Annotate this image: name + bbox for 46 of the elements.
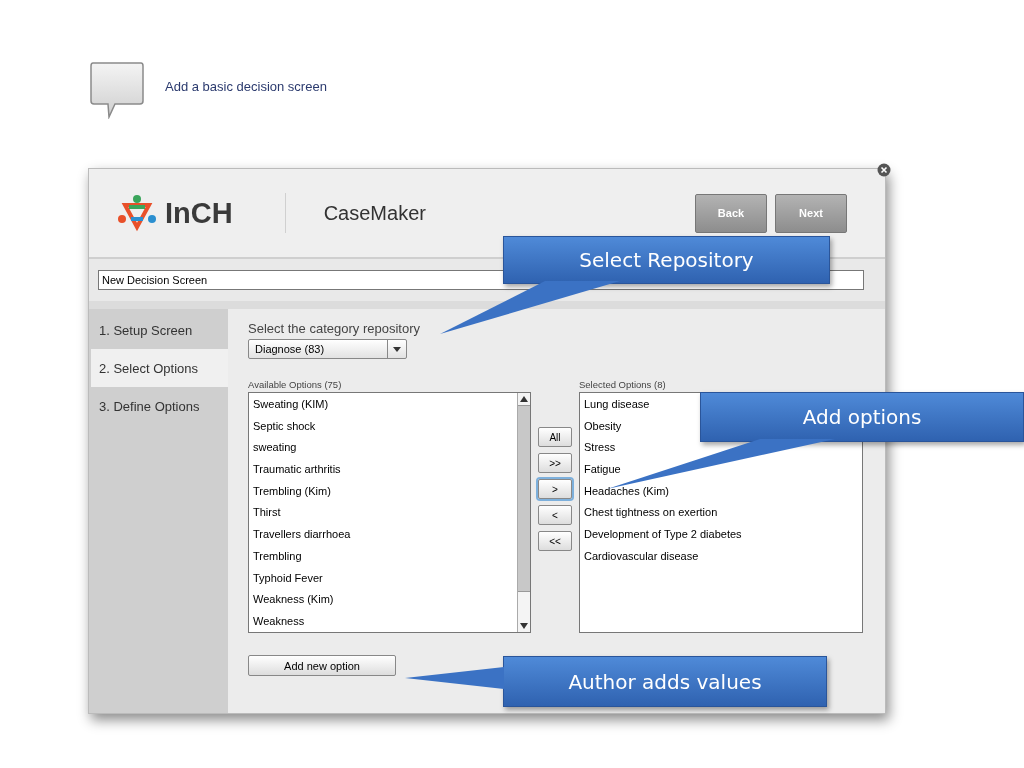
logo-icon <box>117 193 157 233</box>
step-tab[interactable]: 1. Setup Screen <box>89 311 228 349</box>
transfer-button[interactable]: >> <box>538 453 572 473</box>
list-item[interactable]: Development of Type 2 diabetes <box>584 525 742 547</box>
list-item[interactable]: Headaches (Kim) <box>584 481 669 504</box>
repository-dropdown[interactable]: Diagnose (83) <box>248 339 407 359</box>
list-title: Selected Options (8) <box>579 379 667 392</box>
callout-label: Add options <box>700 392 1024 442</box>
step-tab[interactable]: 3. Define Options <box>89 387 228 425</box>
list-item[interactable]: Obesity <box>584 416 622 439</box>
list-item[interactable]: Weakness <box>253 611 305 634</box>
transfer-button[interactable]: << <box>538 531 572 551</box>
caret-icon <box>393 346 401 352</box>
add-option-button[interactable]: Add new option <box>248 655 396 676</box>
list-item[interactable]: Trembling <box>253 546 302 569</box>
transfer-button[interactable]: All <box>538 427 572 447</box>
callout-label: Select Repository <box>503 236 830 284</box>
repository-label: Select the category repository <box>248 321 421 338</box>
transfer-button[interactable]: > <box>538 479 572 499</box>
available-options-list[interactable]: Sweating (KIM) Septic shock sweating Traumatic arthritis Trembling (Kim) Thirst Travellers diarrhoea Trembling Typhoid Fever Weakness (Kim) Weakness <box>248 392 531 633</box>
list-item[interactable]: Weakness (Kim) <box>253 590 334 612</box>
close-icon <box>877 163 891 177</box>
list-item[interactable]: Chest tightness on exertion <box>584 503 718 526</box>
list-item[interactable]: Thirst <box>253 503 281 526</box>
list-item[interactable]: Cardiovascular disease <box>584 546 699 569</box>
list-item[interactable]: Sweating (KIM) <box>253 395 329 417</box>
product-name: CaseMaker <box>323 201 426 225</box>
callout-label: Author adds values <box>503 656 827 707</box>
list-item[interactable]: Traumatic arthritis <box>253 460 341 482</box>
list-item[interactable]: Typhoid Fever <box>253 568 323 591</box>
list-item[interactable]: Fatigue <box>584 460 621 482</box>
dropdown-value: Diagnose (83) <box>254 342 326 357</box>
transfer-button[interactable]: < <box>538 505 572 525</box>
scrollbar[interactable] <box>517 393 530 632</box>
list-item[interactable]: Septic shock <box>253 416 316 439</box>
list-item[interactable]: Lung disease <box>584 395 650 417</box>
speech-bubble-icon <box>90 61 144 119</box>
list-title: Available Options (75) <box>248 379 343 392</box>
logo-text: InCH <box>165 196 233 230</box>
step-tab[interactable]: 2. Select Options <box>91 349 228 387</box>
list-item[interactable]: Trembling (Kim) <box>253 481 331 504</box>
list-item[interactable]: sweating <box>253 438 297 461</box>
list-item[interactable]: Stress <box>584 438 616 461</box>
list-item[interactable]: Travellers diarrhoea <box>253 525 351 547</box>
slide-heading: Add a basic decision screen <box>165 78 327 94</box>
scrollbar-thumb[interactable] <box>518 405 530 592</box>
